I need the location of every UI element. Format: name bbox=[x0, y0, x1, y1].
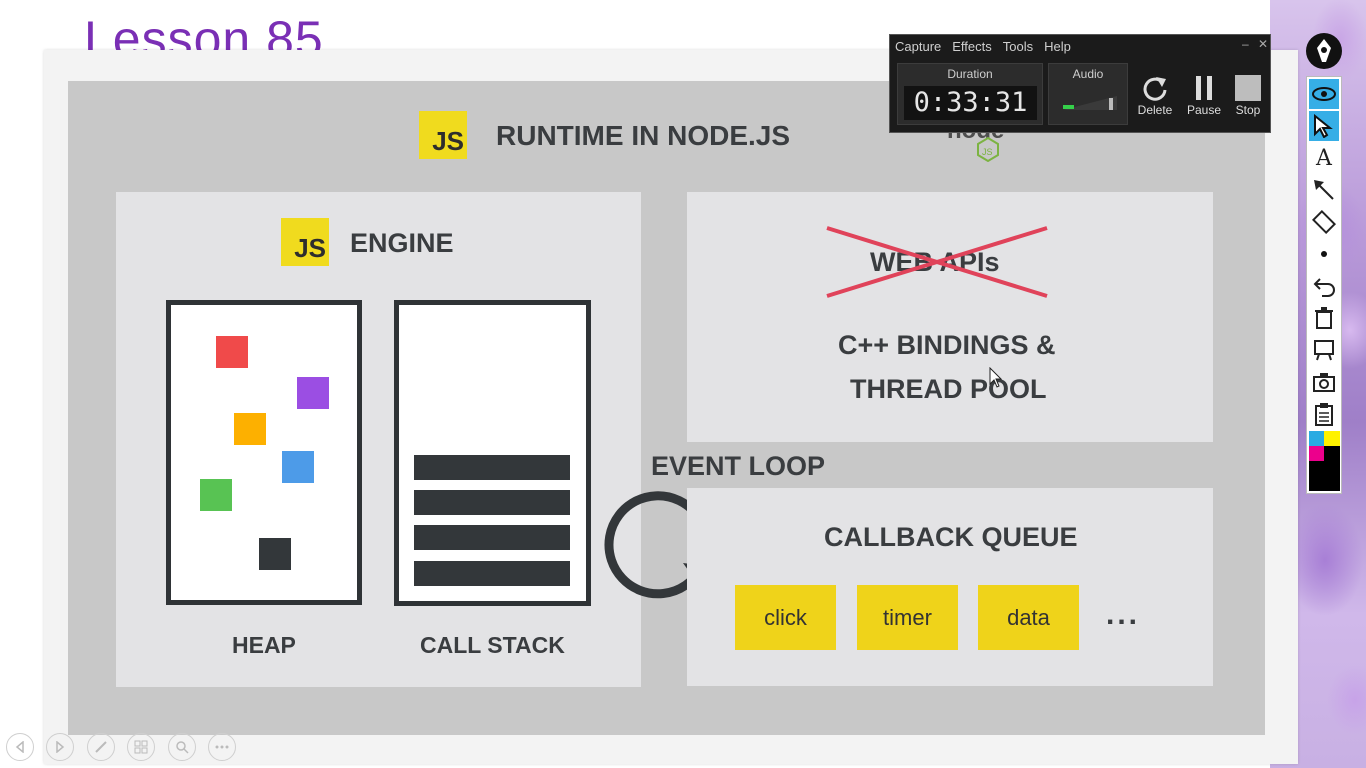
duration-value: 0:33:31 bbox=[904, 86, 1037, 120]
queue-item-click: click bbox=[735, 585, 836, 650]
color-palette[interactable] bbox=[1309, 431, 1340, 491]
delete-label: Delete bbox=[1137, 103, 1173, 117]
pause-button[interactable]: Pause bbox=[1184, 73, 1224, 117]
stack-frame bbox=[414, 490, 570, 515]
audio-panel: Audio bbox=[1048, 63, 1128, 125]
zoom-icon bbox=[176, 741, 189, 754]
stack-frame bbox=[414, 525, 570, 550]
lesson-title: Lesson 85 bbox=[84, 11, 324, 52]
color-swatch-black-2[interactable] bbox=[1324, 446, 1340, 461]
heap-object-orange bbox=[234, 413, 266, 445]
js-logo-text: JS bbox=[432, 126, 464, 156]
recorder-menu-bar: Capture Effects Tools Help bbox=[895, 39, 1071, 54]
more-icon bbox=[215, 745, 229, 749]
duration-label: Duration bbox=[947, 67, 993, 81]
audio-label: Audio bbox=[1072, 67, 1104, 81]
undo-icon[interactable] bbox=[1309, 271, 1339, 301]
delete-button[interactable]: Delete bbox=[1135, 73, 1175, 117]
pen-tool-logo-icon[interactable] bbox=[1305, 32, 1343, 70]
annotation-toolbar: A bbox=[1306, 76, 1342, 494]
color-swatch-magenta[interactable] bbox=[1309, 446, 1324, 461]
pause-icon bbox=[1196, 76, 1212, 100]
callback-queue-label: CALLBACK QUEUE bbox=[824, 522, 1078, 552]
queue-item-label: data bbox=[1007, 604, 1050, 630]
queue-item-timer: timer bbox=[857, 585, 958, 650]
menu-help[interactable]: Help bbox=[1044, 39, 1071, 54]
strike-cross-icon bbox=[826, 226, 1048, 298]
arrow-icon[interactable] bbox=[1309, 175, 1339, 205]
slides-icon bbox=[134, 740, 148, 754]
heap-label: HEAP bbox=[232, 632, 296, 658]
menu-effects[interactable]: Effects bbox=[952, 39, 992, 54]
previous-slide-button[interactable] bbox=[6, 733, 34, 761]
js-logo-engine: JS bbox=[281, 218, 329, 266]
heap-object-green bbox=[200, 479, 232, 511]
pointer-icon[interactable] bbox=[1309, 111, 1339, 141]
previous-icon bbox=[15, 741, 24, 753]
queue-more-label: ... bbox=[1106, 598, 1141, 631]
stack-frame bbox=[414, 455, 570, 480]
heap-object-dark bbox=[259, 538, 291, 570]
slides-button[interactable] bbox=[127, 733, 155, 761]
bindings-line-2: THREAD POOL bbox=[850, 374, 1047, 404]
queue-item-label: click bbox=[764, 604, 807, 630]
recorder-window: Capture Effects Tools Help – ✕ Duration … bbox=[889, 34, 1271, 133]
event-loop-label: EVENT LOOP bbox=[651, 451, 826, 481]
heap-object-blue bbox=[282, 451, 314, 483]
stop-label: Stop bbox=[1235, 103, 1261, 117]
mouse-cursor-icon bbox=[989, 367, 1003, 388]
dot-icon[interactable] bbox=[1309, 239, 1339, 269]
color-swatch-black[interactable] bbox=[1309, 461, 1340, 491]
heap-object-purple bbox=[297, 377, 329, 409]
audio-level-meter bbox=[1063, 96, 1117, 110]
js-logo-text: JS bbox=[294, 233, 326, 263]
next-icon bbox=[56, 741, 65, 753]
pen-icon bbox=[95, 741, 107, 753]
minimize-icon[interactable]: – bbox=[1242, 37, 1249, 51]
zoom-button[interactable] bbox=[168, 733, 196, 761]
queue-item-label: timer bbox=[883, 604, 932, 630]
color-swatch-yellow[interactable] bbox=[1324, 431, 1340, 446]
stack-frame bbox=[414, 561, 570, 586]
duration-panel: Duration 0:33:31 bbox=[897, 63, 1043, 125]
call-stack-label: CALL STACK bbox=[420, 632, 565, 658]
pen-button[interactable] bbox=[87, 733, 115, 761]
more-options-button[interactable] bbox=[208, 733, 236, 761]
next-slide-button[interactable] bbox=[46, 733, 74, 761]
eye-icon[interactable] bbox=[1309, 79, 1339, 109]
stop-icon bbox=[1235, 75, 1261, 101]
close-icon[interactable]: ✕ bbox=[1258, 37, 1268, 51]
stop-button[interactable]: Stop bbox=[1229, 73, 1267, 117]
delete-icon bbox=[1143, 77, 1167, 101]
text-icon[interactable]: A bbox=[1309, 143, 1339, 173]
eraser-icon[interactable] bbox=[1309, 207, 1339, 237]
pause-label: Pause bbox=[1186, 103, 1222, 117]
js-logo-title: JS bbox=[419, 111, 467, 159]
camera-icon[interactable] bbox=[1309, 367, 1339, 397]
audio-volume-slider[interactable] bbox=[1109, 98, 1113, 110]
slide-title: RUNTIME IN NODE.JS bbox=[496, 120, 791, 151]
color-swatch-cyan[interactable] bbox=[1309, 431, 1324, 446]
menu-capture[interactable]: Capture bbox=[895, 39, 941, 54]
engine-title: ENGINE bbox=[350, 228, 454, 258]
trash-icon[interactable] bbox=[1309, 303, 1339, 333]
bindings-line-1: C++ BINDINGS & bbox=[838, 330, 1056, 360]
clipboard-icon[interactable] bbox=[1309, 399, 1339, 429]
heap-object-red bbox=[216, 336, 248, 368]
svg-text:JS: JS bbox=[982, 147, 993, 157]
queue-item-data: data bbox=[978, 585, 1079, 650]
menu-tools[interactable]: Tools bbox=[1003, 39, 1033, 54]
whiteboard-icon[interactable] bbox=[1309, 335, 1339, 365]
